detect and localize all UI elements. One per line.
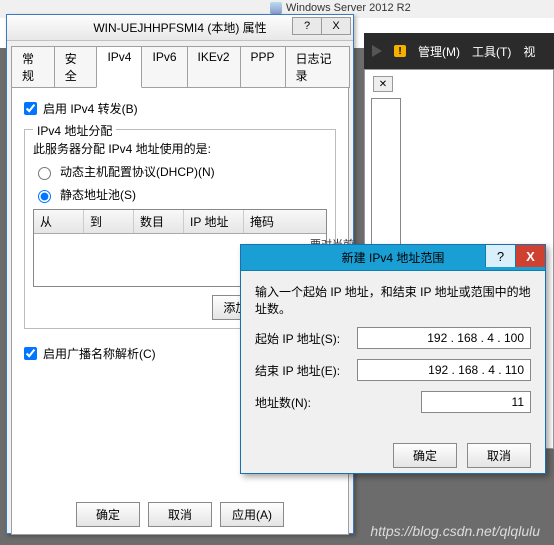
start-ip-label: 起始 IP 地址(S): (255, 330, 347, 347)
dialog-titlebar: 新建 IPv4 地址范围 ? X (241, 245, 545, 271)
col-from: 从 (34, 210, 84, 233)
col-count: 数目 (134, 210, 184, 233)
menu-tools[interactable]: 工具(T) (472, 43, 511, 60)
radio-dhcp-label: 动态主机配置协议(DHCP)(N) (60, 163, 215, 180)
warning-icon: ! (394, 45, 406, 57)
tab-ppp[interactable]: PPP (240, 46, 286, 88)
group-caption: 此服务器分配 IPv4 地址使用的是: (33, 140, 327, 157)
server-manager-menubar: ! 管理(M) 工具(T) 视 (364, 33, 554, 69)
ok-button[interactable]: 确定 (76, 502, 140, 527)
panel-close-button[interactable]: ✕ (373, 76, 393, 92)
new-ipv4-range-dialog: 新建 IPv4 地址范围 ? X 输入一个起始 IP 地址，和结束 IP 地址或… (240, 244, 546, 474)
dialog-ok-button[interactable]: 确定 (393, 443, 457, 468)
dialog-help-button[interactable]: ? (485, 245, 515, 267)
apply-button[interactable]: 应用(A) (220, 502, 284, 527)
radio-static[interactable] (38, 190, 51, 203)
cancel-button[interactable]: 取消 (148, 502, 212, 527)
menu-manage[interactable]: 管理(M) (418, 43, 460, 60)
ipv4-forwarding-label: 启用 IPv4 转发(B) (43, 100, 138, 117)
server-icon (270, 2, 282, 14)
close-button[interactable]: X (321, 17, 351, 35)
tab-general[interactable]: 常规 (11, 46, 55, 88)
tab-ipv6[interactable]: IPv6 (141, 46, 187, 88)
properties-titlebar: WIN-UEJHHPFSMI4 (本地) 属性 ? X (7, 15, 353, 41)
taskbar-tab-label: Windows Server 2012 R2 (286, 2, 411, 14)
menu-view[interactable]: 视 (523, 43, 535, 60)
radio-static-label: 静态地址池(S) (60, 186, 136, 203)
start-ip-input[interactable]: 192 . 168 . 4 . 100 (357, 327, 531, 349)
dialog-title: 新建 IPv4 地址范围 (342, 249, 445, 266)
end-ip-label: 结束 IP 地址(E): (255, 362, 347, 379)
col-mask: 掩码 (244, 210, 326, 233)
properties-tabs: 常规 安全 IPv4 IPv6 IKEv2 PPP 日志记录 (7, 41, 353, 87)
dialog-cancel-button[interactable]: 取消 (467, 443, 531, 468)
tab-ikev2[interactable]: IKEv2 (187, 46, 241, 88)
tab-ipv4[interactable]: IPv4 (96, 46, 142, 88)
help-button[interactable]: ? (292, 17, 322, 35)
end-ip-input[interactable]: 192 . 168 . 4 . 110 (357, 359, 531, 381)
col-to: 到 (84, 210, 134, 233)
broadcast-label: 启用广播名称解析(C) (43, 345, 156, 362)
group-legend: IPv4 地址分配 (33, 122, 116, 139)
dialog-close-button[interactable]: X (515, 245, 545, 267)
col-ip: IP 地址 (184, 210, 244, 233)
ipv4-forwarding-checkbox[interactable] (24, 102, 37, 115)
tab-security[interactable]: 安全 (54, 46, 98, 88)
tab-logging[interactable]: 日志记录 (285, 46, 350, 88)
broadcast-checkbox[interactable] (24, 347, 37, 360)
watermark-text: https://blog.csdn.net/qlqlulu (370, 523, 540, 539)
properties-title: WIN-UEJHHPFSMI4 (本地) 属性 (93, 19, 266, 36)
dialog-instruction: 输入一个起始 IP 地址，和结束 IP 地址或范围中的地址数。 (255, 283, 531, 317)
count-label: 地址数(N): (255, 394, 347, 411)
flag-icon (372, 45, 382, 57)
radio-dhcp[interactable] (38, 167, 51, 180)
count-input[interactable]: 11 (421, 391, 531, 413)
